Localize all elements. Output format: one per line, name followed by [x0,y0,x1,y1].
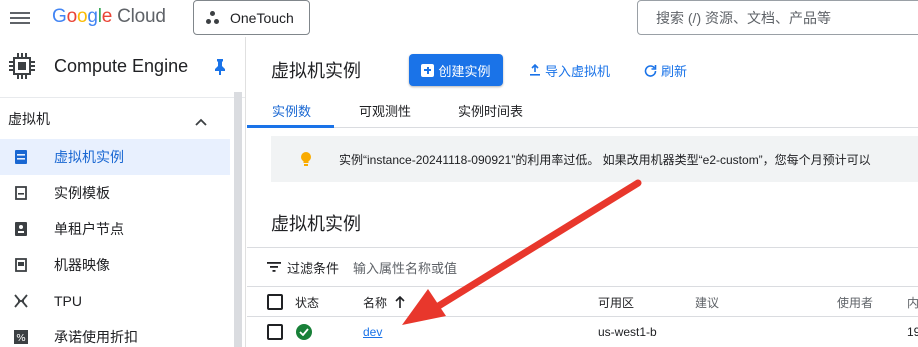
filter-icon [267,262,281,272]
column-header-status[interactable]: 状态 [295,294,319,311]
sole-tenant-node-icon [14,222,28,236]
tab-label: 实例时间表 [458,103,524,119]
row-checkbox[interactable] [267,324,283,340]
import-vm-label: 导入虚拟机 [545,63,611,79]
sidebar-item-label: 承诺使用折扣 [54,329,138,345]
status-running-icon [296,324,312,340]
page-title: 虚拟机实例 [271,61,361,81]
tab-instance-schedules[interactable]: 实例时间表 [458,92,523,128]
refresh-button[interactable]: 刷新 [644,54,687,86]
column-header-recommendation[interactable]: 建议 [695,294,719,311]
upload-icon [529,64,541,76]
top-bar: Google Cloud OneTouch 搜索 (/) 资源、文档、产品等 [0,0,918,37]
sidebar-section-vm[interactable]: 虚拟机 [0,97,245,139]
create-instance-button[interactable]: 创建实例 [409,54,503,86]
sidebar-item-instance-templates[interactable]: 实例模板 [0,175,230,211]
tab-label: 实例数 [272,103,312,119]
sidebar-item-label: TPU [54,293,82,309]
table-header: 状态 名称 可用区 建议 使用者 内 [247,287,918,317]
column-header-used-by[interactable]: 使用者 [837,294,873,311]
sidebar-item-label: 单租户节点 [54,221,124,237]
project-picker-button[interactable]: OneTouch [193,0,310,35]
project-name: OneTouch [230,9,294,26]
main-menu-icon[interactable] [10,9,30,27]
banner-text: 实例“instance-20241118-090921”的利用率过低。 如果改用… [339,152,871,167]
instance-name-link[interactable]: dev [363,325,382,339]
tab-instances[interactable]: 实例数 [272,92,311,128]
tab-label: 可观测性 [359,103,412,119]
google-cloud-logo[interactable]: Google Cloud [52,6,166,28]
percent-icon: % [14,330,28,344]
lightbulb-icon [301,152,323,166]
import-vm-button[interactable]: 导入虚拟机 [529,54,610,86]
column-header-internal-ip[interactable]: 内 [907,294,918,311]
pin-icon[interactable] [214,59,226,75]
product-header: Compute Engine [0,37,245,95]
sidebar-item-vm-instances[interactable]: 虚拟机实例 [0,139,230,175]
column-header-name[interactable]: 名称 [363,294,387,311]
instance-zone: us-west1-b [598,325,657,339]
compute-engine-chip-icon [8,52,36,80]
sidebar-section-label: 虚拟机 [8,110,50,127]
sidebar-item-committed-use-discounts[interactable]: % 承诺使用折扣 [0,319,230,347]
sidebar: Compute Engine 虚拟机 虚拟机实例 实例模板 单租户节点 机器映像 [0,37,246,347]
section-title: 虚拟机实例 [271,214,361,234]
svg-text:%: % [16,333,26,344]
machine-image-icon [14,258,28,272]
chevron-up-icon[interactable] [195,113,207,126]
instance-internal-ip: 19 [907,325,918,339]
filter-label: 过滤条件 [287,260,340,276]
recommendation-banner: 实例“instance-20241118-090921”的利用率过低。 如果改用… [271,136,918,182]
add-box-icon [421,63,435,77]
sidebar-scrollbar[interactable] [234,92,242,347]
sidebar-item-label: 机器映像 [54,257,110,273]
sidebar-item-tpu[interactable]: TPU [0,283,230,319]
search-input[interactable]: 搜索 (/) 资源、文档、产品等 [637,0,918,35]
project-hub-icon [206,10,220,25]
sort-ascending-icon[interactable] [395,296,405,308]
vm-instance-icon [14,150,28,164]
column-header-zone[interactable]: 可用区 [598,294,634,311]
refresh-icon [644,64,657,77]
product-title: Compute Engine [54,55,189,76]
sidebar-item-sole-tenant-nodes[interactable]: 单租户节点 [0,211,230,247]
filter-bar[interactable]: 过滤条件 输入属性名称或值 [247,247,918,287]
main-content: 虚拟机实例 创建实例 导入虚拟机 刷新 实例数 可观测性 实例时间表 实例“in… [247,37,918,347]
select-all-checkbox[interactable] [267,294,283,310]
sidebar-item-label: 虚拟机实例 [54,149,124,165]
sidebar-item-machine-images[interactable]: 机器映像 [0,247,230,283]
tab-bar: 实例数 可观测性 实例时间表 [247,92,918,128]
tab-observability[interactable]: 可观测性 [359,92,411,128]
instance-template-icon [14,186,28,200]
tpu-icon [14,294,28,308]
refresh-label: 刷新 [661,63,688,79]
sidebar-item-label: 实例模板 [54,185,110,201]
table-row[interactable]: dev us-west1-b 19 [247,317,918,347]
active-tab-indicator [247,125,334,128]
filter-input[interactable]: 输入属性名称或值 [353,258,457,277]
create-instance-label: 创建实例 [438,63,491,79]
search-placeholder: 搜索 (/) 资源、文档、产品等 [656,9,831,26]
